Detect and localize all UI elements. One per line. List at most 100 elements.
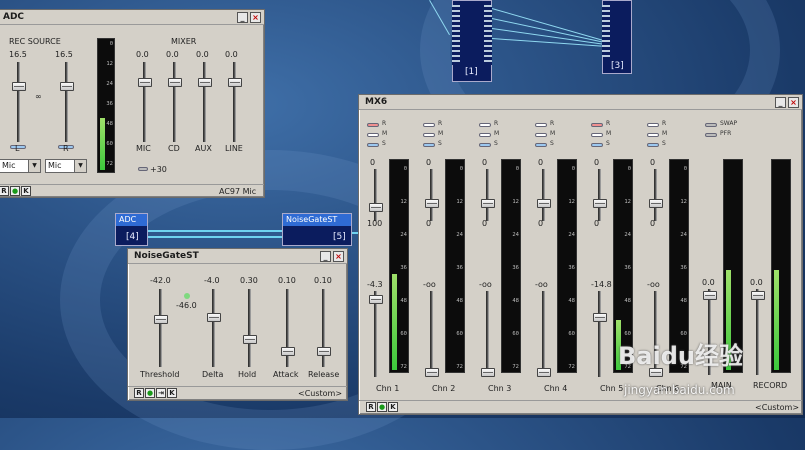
chn-5-m-toggle[interactable] [591,133,603,137]
chn-5-pan-track[interactable] [598,169,601,221]
chn-4-fader-track[interactable] [542,291,545,377]
minimize-button[interactable]: _ [320,251,331,262]
bypass-button[interactable]: ⇥ [156,388,166,398]
mixer-mic-slider-thumb[interactable] [138,78,152,87]
chn-3-fader-thumb[interactable] [481,368,495,377]
hold-slider-thumb[interactable] [243,335,257,344]
adc-titlebar[interactable]: ADC [0,10,264,25]
chn-4-pan-track[interactable] [542,169,545,221]
chn-3-m-toggle[interactable] [479,133,491,137]
minimize-button[interactable]: _ [775,97,786,108]
release-slider-thumb[interactable] [317,347,331,356]
power-button[interactable]: ● [10,186,20,196]
keyboard-button[interactable]: K [167,388,177,398]
mixer-line-slider-thumb[interactable] [228,78,242,87]
chn-2-r-toggle[interactable] [423,123,435,127]
chn-5-fader-track[interactable] [598,291,601,377]
chn-2-m-toggle[interactable] [423,133,435,137]
close-button[interactable]: × [788,97,799,108]
chn-2-pan-thumb[interactable] [425,199,439,208]
adc-window[interactable]: ADC _ × REC SOURCE MIXER 16.5 16.5 ∞ L R… [0,9,265,198]
chn-3-fader-track[interactable] [486,291,489,377]
chn-6-r-toggle[interactable] [647,123,659,127]
power-button[interactable]: ● [145,388,155,398]
link-icon[interactable]: ∞ [35,92,42,101]
chn-1-s-toggle[interactable] [367,143,379,147]
delta-slider-track[interactable] [212,289,215,367]
chn-2-pan-track[interactable] [430,169,433,221]
mixer-cd-slider-thumb[interactable] [168,78,182,87]
threshold-slider-thumb[interactable] [154,315,168,324]
node-input-pins[interactable] [602,5,610,57]
rec-r-slider-thumb[interactable] [60,82,74,91]
chn-1-pan-track[interactable] [374,169,377,221]
chn-1-r-toggle[interactable] [367,123,379,127]
chevron-down-icon[interactable]: ▼ [74,160,86,172]
mixer-cd-slider-track[interactable] [173,62,176,142]
chn-6-pan-track[interactable] [654,169,657,221]
chevron-down-icon[interactable]: ▼ [28,160,40,172]
chn-4-s-toggle[interactable] [535,143,547,147]
chn-5-r-toggle[interactable] [591,123,603,127]
chn-3-pan-thumb[interactable] [481,199,495,208]
boost-toggle[interactable] [138,167,148,171]
minimize-button[interactable]: _ [237,12,248,23]
chn-6-m-toggle[interactable] [647,133,659,137]
chn-4-m-toggle[interactable] [535,133,547,137]
chn-2-fader-thumb[interactable] [425,368,439,377]
node-input-pins[interactable] [452,5,460,65]
noisegate-window[interactable]: NoiseGateST _ × -42.0 -4.0 0.30 0.10 0.1… [127,248,348,401]
chn-1-pan-thumb[interactable] [369,203,383,212]
keyboard-button[interactable]: K [388,402,398,412]
adc-node[interactable]: ADC [4] [115,213,148,246]
main-slider-thumb[interactable] [703,291,717,300]
chn-5-fader-thumb[interactable] [593,313,607,322]
close-button[interactable]: × [333,251,344,262]
mixer-aux-slider-track[interactable] [203,62,206,142]
reset-button[interactable]: R [366,402,376,412]
node-output-pins[interactable] [484,5,492,65]
rec-l-slider-track[interactable] [17,62,20,142]
chn-6-s-toggle[interactable] [647,143,659,147]
keyboard-button[interactable]: K [21,186,31,196]
mixer-line-slider-track[interactable] [233,62,236,142]
chn-5-s-toggle[interactable] [591,143,603,147]
chn-3-pan-track[interactable] [486,169,489,221]
pfr-toggle[interactable] [705,133,717,137]
chn-3-r-toggle[interactable] [479,123,491,127]
chn-1-m-toggle[interactable] [367,133,379,137]
record-slider-track[interactable] [756,289,759,375]
rec-l-slider-thumb[interactable] [12,82,26,91]
hold-slider-track[interactable] [248,289,251,367]
record-slider-thumb[interactable] [751,291,765,300]
mixer-mic-slider-track[interactable] [143,62,146,142]
close-button[interactable]: × [250,12,261,23]
chn-4-pan-thumb[interactable] [537,199,551,208]
noisegate-titlebar[interactable]: NoiseGateST [128,249,347,264]
mixer-aux-slider-thumb[interactable] [198,78,212,87]
chn-2-s-toggle[interactable] [423,143,435,147]
delta-slider-thumb[interactable] [207,313,221,322]
module-node-1[interactable]: [1] [452,0,492,82]
chn-2-fader-track[interactable] [430,291,433,377]
preset-selector[interactable]: <Custom> [755,403,799,412]
chn-5-pan-thumb[interactable] [593,199,607,208]
source-l-select[interactable]: Mic ▼ [0,159,41,173]
chn-6-pan-thumb[interactable] [649,199,663,208]
chn-1-fader-thumb[interactable] [369,295,383,304]
threshold-slider-track[interactable] [159,289,162,367]
swap-toggle[interactable] [705,123,717,127]
rec-r-slider-track[interactable] [65,62,68,142]
reset-button[interactable]: R [0,186,9,196]
module-node-3[interactable]: [3] [602,0,632,74]
mx6-titlebar[interactable]: MX6 [359,95,802,110]
source-r-select[interactable]: Mic ▼ [45,159,87,173]
chn-4-fader-thumb[interactable] [537,368,551,377]
noisegate-node[interactable]: NoiseGateST [5] [282,213,352,246]
preset-selector[interactable]: <Custom> [298,389,342,398]
reset-button[interactable]: R [134,388,144,398]
chn-3-s-toggle[interactable] [479,143,491,147]
power-button[interactable]: ● [377,402,387,412]
attack-slider-thumb[interactable] [281,347,295,356]
chn-4-r-toggle[interactable] [535,123,547,127]
